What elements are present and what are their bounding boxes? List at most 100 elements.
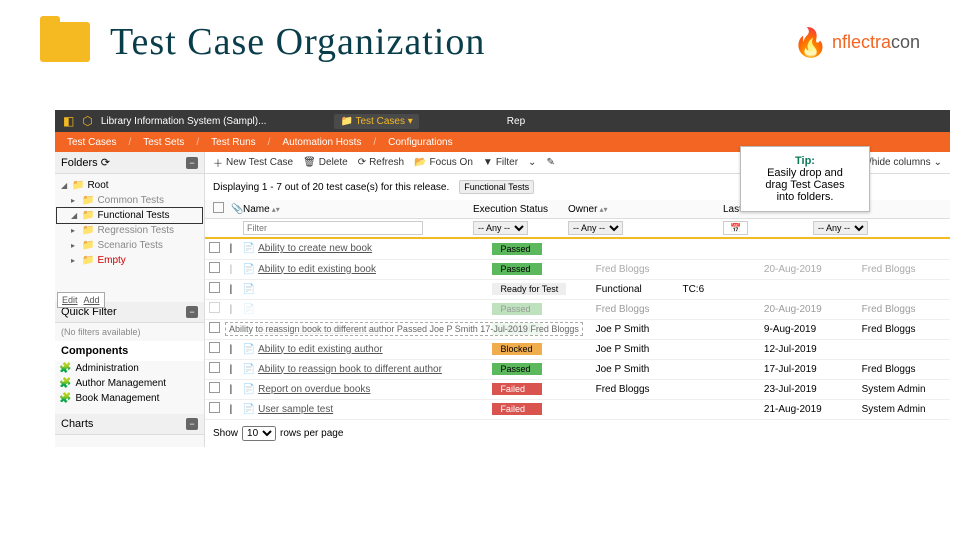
folder-tooltip: Edit Add <box>57 292 105 308</box>
refresh-icon[interactable]: ⟳ <box>101 157 110 169</box>
table-row[interactable]: | 📄User sample test Failed 21-Aug-2019 S… <box>205 399 950 419</box>
puzzle-icon: 🧩 <box>59 363 71 374</box>
refresh-button[interactable]: ⟳Refresh <box>358 157 404 168</box>
row-checkbox[interactable] <box>209 342 220 353</box>
component-author[interactable]: 🧩Author Management <box>55 376 204 391</box>
tree-root[interactable]: ◢📁Root <box>57 178 202 193</box>
testcase-icon: 📄 <box>243 344 255 355</box>
owner-filter[interactable]: -- Any -- <box>568 221 623 235</box>
nav-testcases[interactable]: Test Cases <box>63 135 120 150</box>
lastexec-cell <box>760 239 858 259</box>
charts-header: Charts <box>61 418 93 430</box>
pager: Show 10 rows per page <box>205 420 950 447</box>
collapse-icon[interactable]: − <box>186 306 198 318</box>
table-row[interactable]: | 📄Ability to reassign book to different… <box>205 359 950 379</box>
tree-empty[interactable]: ▸📁Empty <box>57 253 202 268</box>
status-badge: Passed <box>492 243 542 255</box>
tree-common[interactable]: ▸📁Common Tests <box>57 193 202 208</box>
extra-cell <box>678 259 759 279</box>
owner-cell: Functional <box>592 279 679 299</box>
row-checkbox[interactable] <box>209 282 220 293</box>
row-checkbox[interactable] <box>209 362 220 373</box>
folder-icon <box>40 22 90 62</box>
owner-cell: Fred Bloggs <box>592 299 679 319</box>
row-checkbox[interactable] <box>209 302 220 313</box>
tree-regression[interactable]: ▸📁Regression Tests <box>57 223 202 238</box>
extra-cell <box>678 299 759 319</box>
testcase-name[interactable]: Ability to create new book <box>258 243 372 254</box>
collapse-icon[interactable]: − <box>186 157 198 169</box>
show-columns-button[interactable]: w/hide columns ⌄ <box>862 157 942 168</box>
owner-cell: Joe P Smith <box>592 359 679 379</box>
filter-row: -- Any -- -- Any -- 📅 -- Any -- <box>205 219 950 239</box>
row-checkbox[interactable] <box>209 382 220 393</box>
nav-configs[interactable]: Configurations <box>384 135 456 150</box>
testcase-name[interactable]: Ability to edit existing book <box>258 264 376 275</box>
hex-icon: ⬡ <box>82 114 92 128</box>
author-filter[interactable]: -- Any -- <box>813 221 868 235</box>
tooltip-add[interactable]: Add <box>84 295 100 305</box>
row-checkbox[interactable] <box>209 262 220 273</box>
new-testcase-button[interactable]: ＋New Test Case <box>213 155 293 170</box>
status-badge: Blocked <box>492 343 542 355</box>
status-filter[interactable]: -- Any -- <box>473 221 528 235</box>
delete-button[interactable]: 🗑Delete <box>303 157 348 168</box>
tree-scenario[interactable]: ▸📁Scenario Tests <box>57 238 202 253</box>
nav-testruns[interactable]: Test Runs <box>207 135 259 150</box>
reports-menu[interactable]: Rep <box>507 116 525 127</box>
nav-testsets[interactable]: Test Sets <box>139 135 188 150</box>
collapse-icon[interactable]: − <box>186 418 198 430</box>
name-filter-input[interactable] <box>243 221 423 235</box>
edit-icon[interactable]: ✎ <box>546 157 554 168</box>
sidebar: Folders ⟳− ◢📁Root ▸📁Common Tests ◢📁Funct… <box>55 152 205 447</box>
app-screenshot: ◧ ⬡ Library Information System (Sampl)..… <box>55 110 950 447</box>
extra-cell <box>678 399 759 419</box>
chevron-down-icon[interactable]: ⌄ <box>528 157 536 168</box>
date-filter[interactable]: 📅 <box>723 221 748 235</box>
filter-button[interactable]: ▼Filter <box>483 157 518 168</box>
owner-cell: Joe P Smith <box>592 339 679 359</box>
focus-button[interactable]: 📂Focus On <box>414 157 473 168</box>
row-checkbox[interactable] <box>209 322 220 333</box>
lastexec-cell: 20-Aug-2019 <box>760 299 858 319</box>
table-row[interactable]: | 📄Ability to edit existing book Passed … <box>205 259 950 279</box>
extra-cell: TC:6 <box>678 279 759 299</box>
product-name[interactable]: Library Information System (Sampl)... <box>101 116 267 127</box>
row-checkbox[interactable] <box>209 402 220 413</box>
testcase-icon: 📄 <box>243 264 255 275</box>
table-row[interactable]: | 📄Report on overdue books Failed Fred B… <box>205 379 950 399</box>
component-book[interactable]: 🧩Book Management <box>55 391 204 406</box>
table-row[interactable]: | 📄 Passed Fred Bloggs 20-Aug-2019 Fred … <box>205 299 950 319</box>
table-row[interactable]: | 📄Ability to edit existing author Block… <box>205 339 950 359</box>
component-admin[interactable]: 🧩Administration <box>55 361 204 376</box>
lastexec-cell: 20-Aug-2019 <box>760 259 858 279</box>
table-row[interactable]: | 📄 Ready for Test Functional TC:6 <box>205 279 950 299</box>
author-cell: Fred Bloggs <box>858 259 950 279</box>
testcase-name[interactable]: Report on overdue books <box>258 384 370 395</box>
author-cell: System Admin <box>858 399 950 419</box>
owner-cell <box>592 399 679 419</box>
testcases-menu[interactable]: 📁 Test Cases ▾ <box>334 114 418 129</box>
status-badge: Passed <box>492 363 542 375</box>
nav-autohosts[interactable]: Automation Hosts <box>278 135 365 150</box>
select-all-checkbox[interactable] <box>213 202 224 213</box>
tree-functional[interactable]: ◢📁Functional Tests <box>57 208 202 223</box>
folder-tree: ◢📁Root ▸📁Common Tests ◢📁Functional Tests… <box>55 174 204 272</box>
lastexec-cell: 23-Jul-2019 <box>760 379 858 399</box>
author-cell: System Admin <box>858 379 950 399</box>
row-checkbox[interactable] <box>209 242 220 253</box>
status-badge: Passed <box>492 263 542 275</box>
table-row[interactable]: | 📄Ability to create new book Passed <box>205 239 950 259</box>
testcase-name[interactable]: User sample test <box>258 404 333 415</box>
testcase-name[interactable]: Ability to reassign book to different au… <box>258 364 442 375</box>
owner-cell: Fred Bloggs <box>592 379 679 399</box>
slide-title: Test Case Organization <box>110 20 485 64</box>
testcase-icon: 📄 <box>243 384 255 395</box>
attach-icon: 📎 <box>231 204 243 215</box>
app-topbar: ◧ ⬡ Library Information System (Sampl)..… <box>55 110 950 132</box>
testcase-name[interactable]: Ability to edit existing author <box>258 344 383 355</box>
main-content: Tip: Easily drop and drag Test Cases int… <box>205 152 950 447</box>
page-size-select[interactable]: 10 <box>242 426 276 441</box>
tooltip-edit[interactable]: Edit <box>62 295 78 305</box>
summary-text: Displaying 1 - 7 out of 20 test case(s) … <box>213 182 449 193</box>
